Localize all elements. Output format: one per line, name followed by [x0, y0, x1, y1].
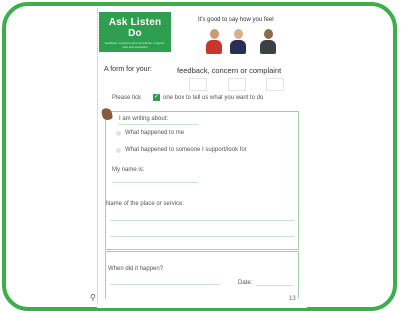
form-topics: feedback, concern or complaint — [177, 66, 282, 75]
instruction-before: Please tick — [112, 95, 142, 101]
divider — [118, 124, 198, 125]
brand-subtitle: feedback, concerns and complaints | supp… — [104, 41, 166, 49]
form-section-when — [105, 251, 299, 299]
instruction-after: one box to tell us what you want to do — [163, 95, 264, 101]
tagline: It's good to say how you feel — [198, 17, 274, 23]
page-number: 13 — [289, 296, 296, 302]
date-field[interactable] — [256, 285, 294, 286]
person-illustration-man-suit — [260, 29, 276, 57]
date-label: Date: — [238, 280, 253, 286]
concern-checkbox[interactable] — [228, 78, 246, 91]
option-me-label: What happened to me — [125, 130, 185, 136]
option-someone-label: What happened to someone I support/look … — [125, 147, 247, 153]
writing-about-label: I am writing about: — [119, 116, 169, 122]
service-name-field-line-1[interactable] — [110, 220, 294, 221]
page-edge-line — [97, 8, 99, 303]
complaint-checkbox[interactable] — [266, 78, 284, 91]
form-for-label: A form for your: — [104, 66, 152, 73]
tick-icon: ✓ — [153, 94, 160, 101]
person-icon: ⚲ — [90, 293, 96, 302]
option-someone-radio[interactable] — [116, 148, 121, 153]
option-me-radio[interactable] — [116, 131, 121, 136]
when-field[interactable] — [110, 284, 220, 285]
person-illustration-woman — [206, 29, 222, 57]
person-illustration-man — [230, 29, 246, 57]
when-label: When did it happen? — [108, 266, 164, 272]
service-name-field-line-2[interactable] — [110, 236, 294, 237]
my-name-label: My name is: — [112, 167, 145, 173]
service-name-label: Name of the place or service: — [106, 201, 185, 207]
brand-banner: Ask Listen Do feedback, concerns and com… — [99, 12, 171, 52]
brand-title: Ask Listen Do — [108, 17, 162, 39]
my-name-field[interactable] — [112, 182, 198, 183]
feedback-checkbox[interactable] — [189, 78, 207, 91]
